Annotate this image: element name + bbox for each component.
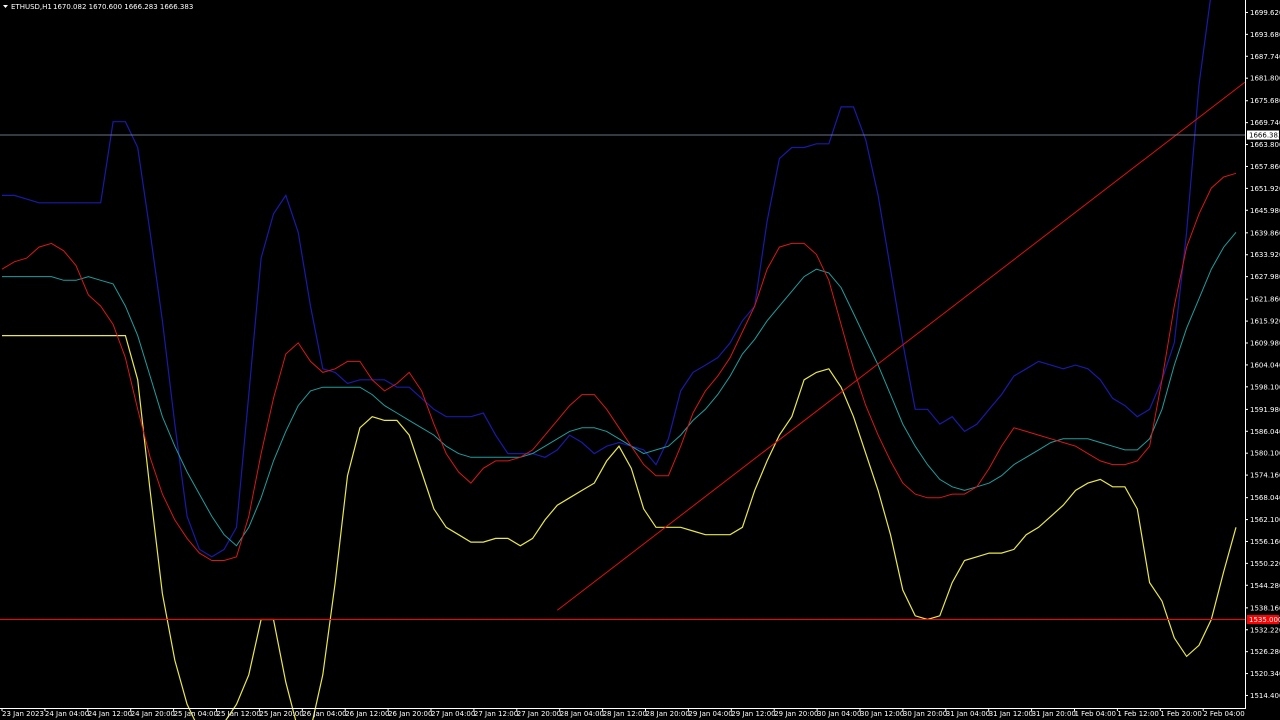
y-tick-label: 1627.980 xyxy=(1250,273,1280,281)
y-tick-label: 1514.400 xyxy=(1250,692,1280,700)
y-tick-label: 1538.160 xyxy=(1250,604,1280,612)
y-tick-label: 1693.680 xyxy=(1250,31,1280,39)
price-chart[interactable]: 1699.620 1693.680 1687.740 1681.800 1675.680… xyxy=(0,0,1280,720)
y-tick-label: 1526.280 xyxy=(1250,648,1280,656)
y-tick-label: 1591.980 xyxy=(1250,406,1280,414)
y-tick-label: 1651.920 xyxy=(1250,185,1280,193)
y-tick-label: 1681.800 xyxy=(1250,75,1280,83)
y-tick-label: 1562.100 xyxy=(1250,516,1280,524)
ohlc-readout: 1670.082 1670.600 1666.283 1666.383 xyxy=(53,3,193,11)
x-tick-label: 31 Jan 04:00 xyxy=(946,710,990,718)
y-tick-label: 1657.860 xyxy=(1250,163,1280,171)
y-tick-label: 1586.040 xyxy=(1250,428,1280,436)
x-tick-label: 31 Jan 20:00 xyxy=(1032,710,1076,718)
x-tick-label: 30 Jan 20:00 xyxy=(903,710,947,718)
symbol-label: ETHUSD,H1 xyxy=(11,3,52,11)
x-tick-label: 30 Jan 04:00 xyxy=(817,710,861,718)
x-tick-label: 26 Jan 04:00 xyxy=(302,710,346,718)
x-tick-label: 23 Jan 2023 xyxy=(2,710,44,718)
x-tick-label: 27 Jan 04:00 xyxy=(431,710,475,718)
x-tick-label: 27 Jan 20:00 xyxy=(517,710,561,718)
y-tick-label: 1550.220 xyxy=(1250,560,1280,568)
x-tick-label: 2 Feb 04:00 xyxy=(1203,710,1244,718)
x-tick-label: 24 Jan 20:00 xyxy=(131,710,175,718)
y-tick-label: 1604.040 xyxy=(1250,361,1280,369)
y-tick-label: 1568.040 xyxy=(1250,494,1280,502)
y-tick-label: 1544.280 xyxy=(1250,582,1280,590)
y-tick-label: 1663.800 xyxy=(1250,141,1280,149)
x-tick-label: 27 Jan 12:00 xyxy=(474,710,518,718)
x-tick-label: 1 Feb 20:00 xyxy=(1160,710,1201,718)
x-tick-label: 25 Jan 20:00 xyxy=(259,710,303,718)
x-tick-label: 31 Jan 12:00 xyxy=(989,710,1033,718)
x-tick-label: 28 Jan 20:00 xyxy=(646,710,690,718)
x-tick-label: 29 Jan 12:00 xyxy=(731,710,775,718)
y-tick-label: 1669.740 xyxy=(1250,119,1280,127)
y-tick-label: 1580.100 xyxy=(1250,450,1280,458)
y-tick-label: 1520.340 xyxy=(1250,670,1280,678)
y-tick-label: 1598.100 xyxy=(1250,383,1280,391)
y-tick-label: 1633.920 xyxy=(1250,251,1280,259)
y-tick-label: 1574.160 xyxy=(1250,472,1280,480)
y-tick-label: 1675.680 xyxy=(1250,97,1280,105)
x-tick-label: 24 Jan 12:00 xyxy=(88,710,132,718)
y-tick-label: 1556.160 xyxy=(1250,538,1280,546)
y-tick-label: 1699.620 xyxy=(1250,9,1280,17)
support-price-tag-label: 1535.000 xyxy=(1249,616,1280,624)
y-tick-label: 1645.980 xyxy=(1250,207,1280,215)
y-tick-label: 1615.920 xyxy=(1250,318,1280,326)
x-tick-label: 25 Jan 04:00 xyxy=(174,710,218,718)
x-tick-label: 1 Feb 12:00 xyxy=(1117,710,1158,718)
x-tick-label: 29 Jan 04:00 xyxy=(688,710,732,718)
x-tick-label: 1 Feb 04:00 xyxy=(1075,710,1116,718)
x-tick-label: 30 Jan 12:00 xyxy=(860,710,904,718)
x-tick-label: 26 Jan 12:00 xyxy=(345,710,389,718)
y-tick-label: 1609.980 xyxy=(1250,340,1280,348)
x-tick-label: 25 Jan 12:00 xyxy=(217,710,261,718)
y-tick-label: 1639.860 xyxy=(1250,229,1280,237)
x-tick-label: 28 Jan 04:00 xyxy=(560,710,604,718)
x-tick-label: 28 Jan 12:00 xyxy=(603,710,647,718)
chart-background xyxy=(0,0,1280,720)
y-tick-label: 1532.220 xyxy=(1250,626,1280,634)
y-tick-label: 1687.740 xyxy=(1250,53,1280,61)
x-tick-label: 29 Jan 20:00 xyxy=(774,710,818,718)
current-price-tag-label: 1666.383 xyxy=(1249,132,1280,140)
y-tick-label: 1621.860 xyxy=(1250,296,1280,304)
x-tick-label: 26 Jan 20:00 xyxy=(388,710,432,718)
x-tick-label: 24 Jan 04:00 xyxy=(45,710,89,718)
